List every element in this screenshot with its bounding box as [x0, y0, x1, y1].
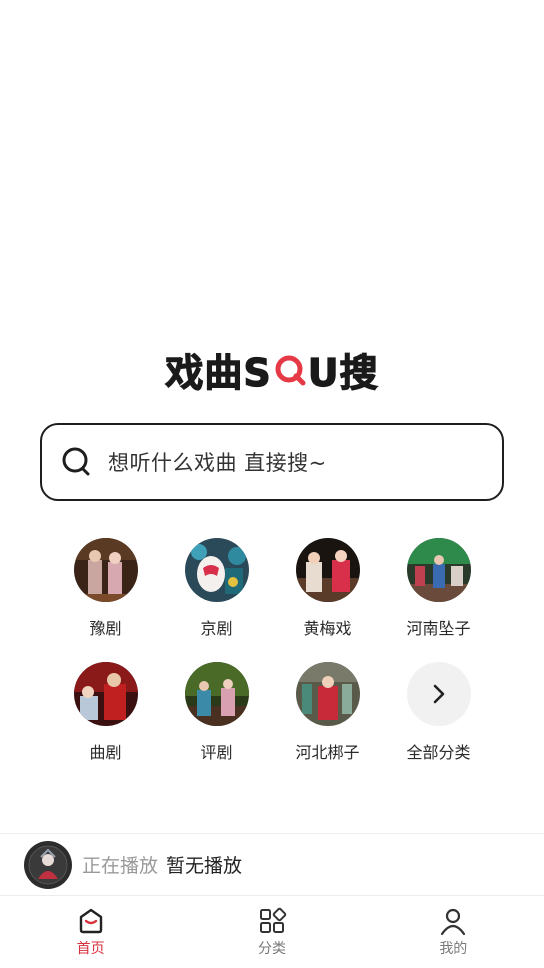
category-label: 豫剧	[89, 619, 122, 638]
search-placeholder: 想听什么戏曲 直接搜~	[108, 451, 327, 475]
category-yuju[interactable]: 豫剧	[50, 538, 161, 639]
search-bar[interactable]: 想听什么戏曲 直接搜~	[40, 423, 504, 501]
category-label: 京剧	[200, 619, 233, 638]
hebeibangzi-thumbnail	[295, 662, 360, 726]
tab-profile[interactable]: 我的	[363, 897, 544, 968]
category-all[interactable]: 全部分类	[383, 662, 494, 763]
category-grid: 豫剧 京剧 黄梅戏 河南坠子 曲剧 评剧 河北梆子 全部分类	[50, 538, 494, 763]
logo-text-part2: U搜	[307, 350, 379, 395]
player-status: 正在播放	[82, 855, 159, 877]
category-label: 黄梅戏	[303, 619, 352, 638]
pingju-thumbnail	[184, 662, 249, 726]
category-quju[interactable]: 曲剧	[50, 662, 161, 763]
category-label: 河北梆子	[295, 743, 360, 762]
category-label: 全部分类	[406, 743, 471, 762]
home-icon	[79, 908, 102, 934]
category-label: 河南坠子	[406, 619, 471, 638]
category-hebeibangzi[interactable]: 河北梆子	[272, 662, 383, 763]
huangmeixi-thumbnail	[295, 538, 360, 602]
category-jingju[interactable]: 京剧	[161, 538, 272, 639]
app-logo: 戏曲S U搜	[0, 342, 544, 397]
henanzhuizi-thumbnail	[406, 538, 471, 602]
category-label: 曲剧	[89, 743, 122, 762]
logo-q-magnifier-icon	[275, 355, 306, 386]
chevron-right-icon	[433, 684, 444, 704]
category-grid-icon	[259, 907, 287, 933]
opera-figure-icon	[28, 845, 68, 884]
tab-label: 我的	[439, 941, 468, 957]
player-album-art[interactable]	[24, 840, 72, 889]
jingju-thumbnail	[184, 538, 249, 602]
tab-label: 分类	[257, 941, 286, 957]
category-henanzhuizi[interactable]: 河南坠子	[383, 538, 494, 639]
quju-thumbnail	[73, 662, 138, 726]
logo-text-part1: 戏曲S	[165, 350, 272, 395]
category-pingju[interactable]: 评剧	[161, 662, 272, 763]
all-categories-button[interactable]	[406, 662, 471, 726]
category-label: 评剧	[200, 743, 233, 762]
player-track-title: 暂无播放	[166, 855, 243, 877]
mini-player[interactable]: 正在播放 暂无播放	[0, 833, 544, 896]
tab-home[interactable]: 首页	[0, 897, 181, 968]
tab-label: 首页	[76, 941, 105, 957]
tab-category[interactable]: 分类	[181, 897, 362, 968]
category-huangmeixi[interactable]: 黄梅戏	[272, 538, 383, 639]
yuju-thumbnail	[73, 538, 138, 602]
search-icon	[62, 447, 90, 476]
user-icon	[441, 908, 466, 936]
app-logo-text: 戏曲S U搜	[165, 342, 378, 397]
bottom-tab-bar: 首页 分类 我的	[0, 897, 544, 968]
